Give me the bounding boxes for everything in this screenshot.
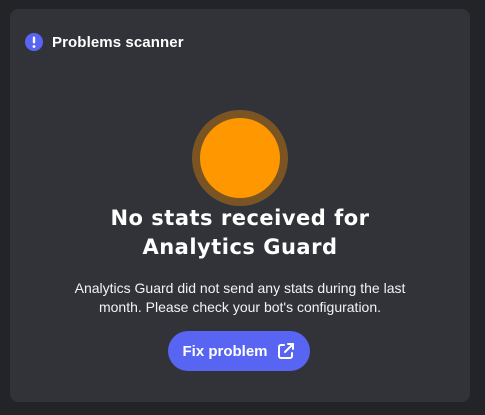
status-indicator-core — [200, 118, 280, 198]
card-header: Problems scanner — [24, 32, 184, 52]
status-description-line-1: Analytics Guard did not send any stats d… — [74, 280, 406, 296]
fix-problem-button[interactable]: Fix problem — [168, 331, 310, 371]
status-description-line-2: month. Please check your bot's configura… — [98, 299, 382, 315]
status-title: No stats received for Analytics Guard — [10, 204, 470, 262]
fix-problem-label: Fix problem — [182, 342, 268, 360]
status-indicator — [192, 110, 288, 206]
status-title-line-2: Analytics Guard — [142, 235, 338, 259]
info-icon — [24, 32, 44, 52]
card-title: Problems scanner — [52, 33, 184, 51]
status-description: Analytics Guard did not send any stats d… — [50, 279, 430, 317]
problems-scanner-card: Problems scanner No stats received for A… — [10, 9, 470, 402]
status-title-line-1: No stats received for — [110, 206, 370, 230]
external-link-icon — [276, 341, 296, 361]
